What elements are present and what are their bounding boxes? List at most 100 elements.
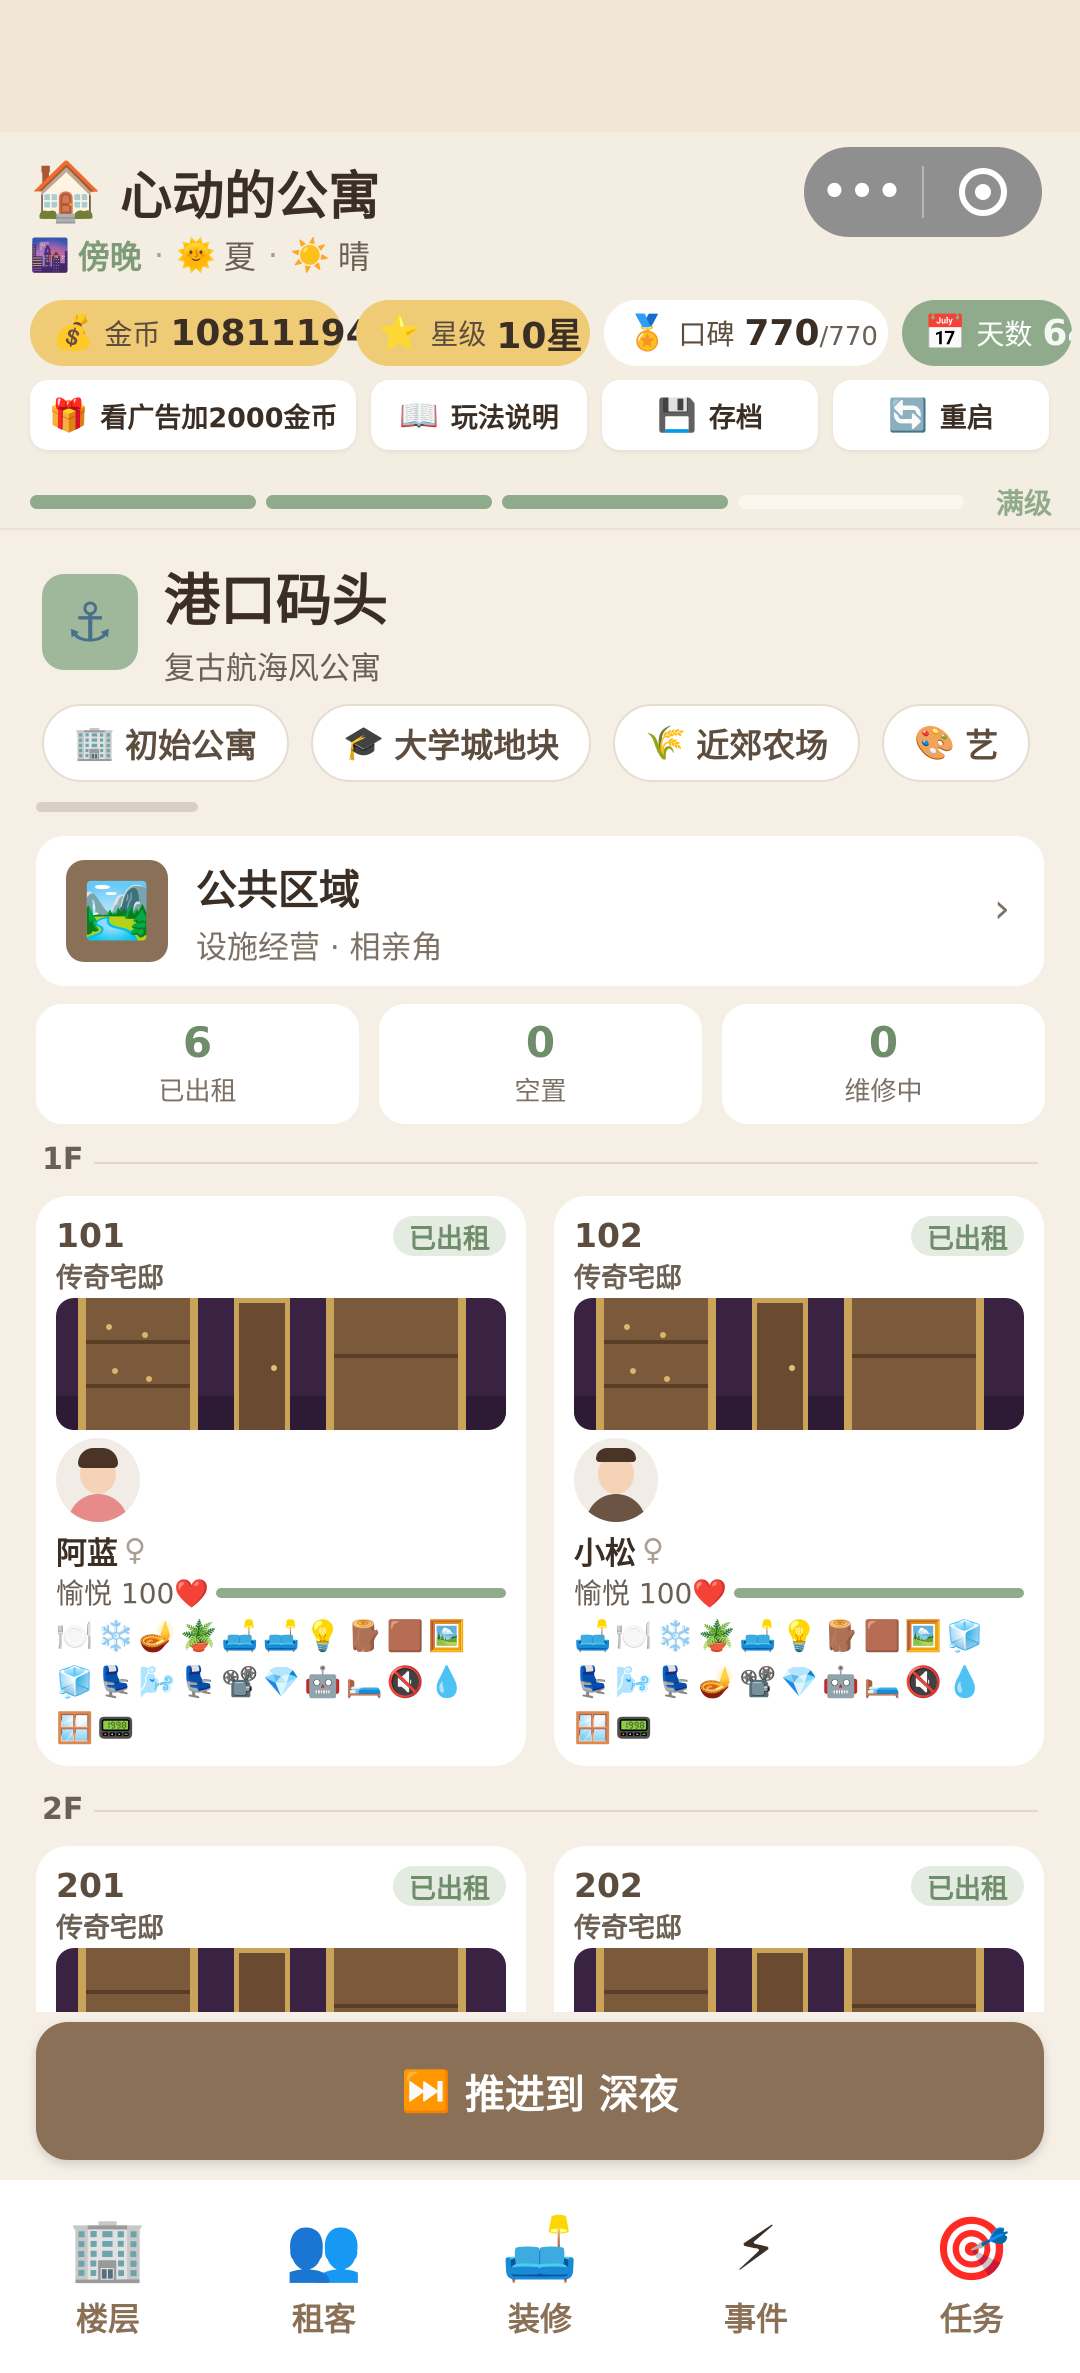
room-number: 201	[56, 1866, 125, 1905]
tabs-scroll-indicator	[36, 802, 198, 812]
save-label: 存档	[708, 402, 763, 434]
vacant-count-card: 0 空置	[379, 1004, 702, 1124]
tab-label: 艺	[965, 726, 999, 765]
save-button[interactable]: 💾 存档	[602, 380, 818, 450]
bottom-nav: 🏢 楼层 👥 租客 🛋️ 装修 ⚡ 事件 🎯 任务	[0, 2180, 1080, 2373]
repair-count-card: 0 维修中	[722, 1004, 1045, 1124]
guide-label: 玩法说明	[450, 402, 559, 434]
money-bag-icon: 💰	[52, 313, 95, 353]
progress-segment	[266, 495, 492, 509]
nav-tasks[interactable]: 🎯 任务	[864, 2180, 1080, 2373]
gold-stat: 💰 金币 10811194	[30, 300, 371, 366]
lightning-icon: ⚡	[734, 2212, 778, 2285]
nav-label: 任务	[939, 2300, 1004, 2338]
nav-events[interactable]: ⚡ 事件	[648, 2180, 864, 2373]
rented-count-card: 6 已出租	[36, 1004, 359, 1124]
facility-icons: 🍽️❄️🪔🪴🛋️🛋️💡🪵🟫🖼️🧊💺🌬️💺📽️💎🤖🛏️🔇💧🪟📟	[56, 1619, 470, 1746]
refresh-icon: 🔄	[888, 396, 928, 434]
tab-art[interactable]: 🎨 艺	[882, 704, 1031, 782]
star-value: 10星	[496, 316, 583, 357]
watch-ad-button[interactable]: 🎁 看广告加2000金币	[30, 380, 356, 450]
mood-label: 愉悦 100❤️	[574, 1577, 728, 1610]
tab-suburban-farm[interactable]: 🌾 近郊农场	[613, 704, 861, 782]
dusk-icon: 🌆	[30, 236, 70, 274]
avatar	[56, 1438, 140, 1522]
female-icon: ♀	[642, 1533, 664, 1568]
more-menu-icon[interactable]: •••	[804, 169, 922, 215]
location-subtitle: 复古航海风公寓	[164, 651, 381, 687]
rented-label: 已出租	[158, 1076, 237, 1107]
tab-initial-apartment[interactable]: 🏢 初始公寓	[42, 704, 290, 782]
stats-row: 💰 金币 10811194 ⭐ 星级 10星 🏅 口碑 770/770 📅 天数…	[30, 300, 1072, 366]
room-card-201[interactable]: 201 已出租 传奇宅邸	[36, 1846, 526, 2012]
floor-divider	[94, 1162, 1038, 1164]
restart-button[interactable]: 🔄 重启	[833, 380, 1049, 450]
season: 夏	[223, 238, 256, 276]
tab-university-town[interactable]: 🎓 大学城地块	[311, 704, 592, 782]
app-title-row: 🏠 心动的公寓	[30, 154, 380, 229]
landscape-icon: 🏞️	[66, 860, 168, 962]
floor-label: 2F	[42, 1792, 84, 1827]
room-scene	[574, 1948, 1024, 2012]
room-number: 101	[56, 1216, 125, 1255]
level-progress: 满级	[30, 482, 1052, 522]
reputation-max: /770	[819, 321, 878, 352]
public-area-card[interactable]: 🏞️ 公共区域 设施经营 · 相亲角 ›	[36, 836, 1044, 986]
gift-icon: 🎁	[48, 396, 89, 434]
room-number: 102	[574, 1216, 643, 1255]
reputation-stat: 🏅 口碑 770/770	[604, 300, 888, 366]
nav-label: 装修	[507, 2300, 572, 2338]
room-card-101[interactable]: 101 已出租 传奇宅邸 阿蓝 ♀ 愉悦 100❤️ 🍽️❄️🪔🪴🛋️🛋️💡🪵🟫…	[36, 1196, 526, 1766]
advance-label: 推进到 深夜	[464, 2072, 679, 2118]
weather: 晴	[337, 238, 370, 276]
chevron-right-icon: ›	[994, 886, 1010, 932]
header-divider	[0, 528, 1080, 530]
target-icon: 🎯	[933, 2212, 1011, 2285]
people-icon: 👥	[285, 2212, 363, 2285]
guide-button[interactable]: 📖 玩法说明	[371, 380, 587, 450]
building-icon: 🏢	[69, 2212, 147, 2285]
separator: ·	[153, 236, 165, 274]
reputation-value: 770	[744, 312, 820, 354]
sun-icon: ☀️	[290, 236, 330, 274]
restart-label: 重启	[939, 402, 994, 434]
facility-icons: 🛋️🍽️❄️🪴🛋️💡🪵🟫🖼️🧊💺🌬️💺🪔📽️💎🤖🛏️🔇💧🪟📟	[574, 1619, 988, 1746]
time-of-day: 傍晚	[77, 238, 142, 276]
nav-label: 楼层	[75, 2300, 140, 2338]
repair-count: 0	[868, 1018, 899, 1068]
rented-count: 6	[182, 1018, 213, 1068]
close-miniprogram-icon[interactable]	[924, 168, 1042, 216]
graduation-cap-icon: 🎓	[343, 723, 385, 762]
floppy-disk-icon: 💾	[657, 396, 697, 434]
nav-floors[interactable]: 🏢 楼层	[0, 2180, 216, 2373]
room-type: 传奇宅邸	[56, 1913, 164, 1944]
location-tabs: 🏢 初始公寓 🎓 大学城地块 🌾 近郊农场 🎨 艺	[42, 704, 1042, 782]
mood-label: 愉悦 100❤️	[56, 1577, 210, 1610]
vacant-count: 0	[525, 1018, 556, 1068]
room-number: 202	[574, 1866, 643, 1905]
status-badge: 已出租	[393, 1216, 506, 1256]
status-badge: 已出租	[911, 1866, 1024, 1906]
office-building-icon: 🏢	[74, 723, 116, 762]
tenant-name-row: 阿蓝 ♀	[56, 1528, 146, 1573]
nav-tenants[interactable]: 👥 租客	[216, 2180, 432, 2373]
nav-decorate[interactable]: 🛋️ 装修	[432, 2180, 648, 2373]
star-label: 星级	[430, 318, 487, 351]
star-icon: ⭐	[378, 313, 421, 353]
room-card-202[interactable]: 202 已出租 传奇宅邸	[554, 1846, 1044, 2012]
tenant-name: 小松	[574, 1536, 636, 1572]
sofa-icon: 🛋️	[501, 2212, 579, 2285]
separator: ·	[267, 236, 279, 274]
status-badge: 已出租	[393, 1866, 506, 1906]
room-type: 传奇宅邸	[574, 1263, 682, 1294]
wheat-icon: 🌾	[645, 723, 687, 762]
floor-divider	[94, 1810, 1038, 1812]
anchor-icon: ⚓	[42, 574, 138, 670]
advance-time-button[interactable]: ⏭️ 推进到 深夜	[36, 2022, 1044, 2160]
room-card-102[interactable]: 102 已出租 传奇宅邸 小松 ♀ 愉悦 100❤️ 🛋️🍽️❄️🪴🛋️💡🪵🟫🖼…	[554, 1196, 1044, 1766]
vacant-label: 空置	[514, 1076, 567, 1107]
repair-label: 维修中	[844, 1076, 923, 1107]
fast-forward-icon: ⏭️	[401, 2068, 451, 2115]
gold-value: 10811194	[170, 312, 371, 354]
tenant-name: 阿蓝	[56, 1536, 118, 1572]
